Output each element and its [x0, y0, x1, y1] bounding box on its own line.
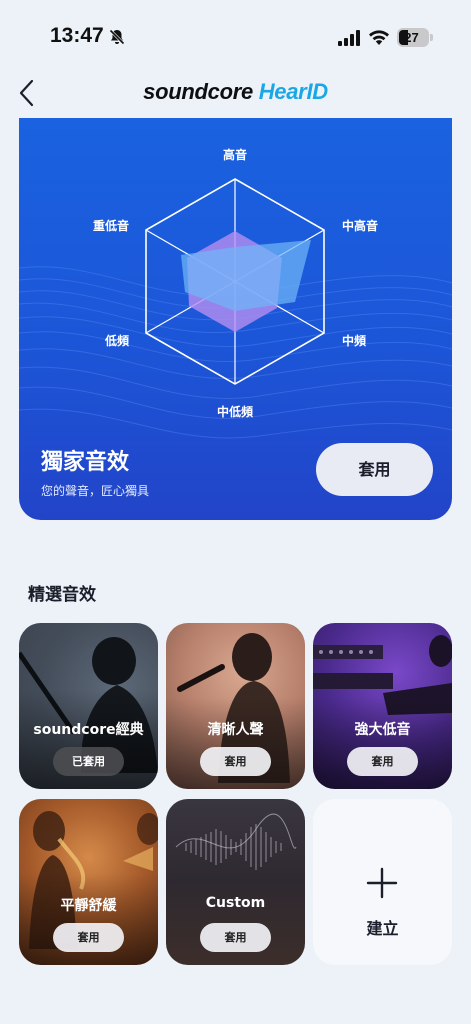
hearid-hero-card: 高音 中高音 中頻 中低頻 低頻 重低音 獨家音效 您的聲音，匠心獨具 套用 [19, 118, 452, 520]
preset-apply-button[interactable]: 套用 [200, 747, 271, 776]
brand-soundcore: soundcore [143, 79, 253, 104]
radar-label-mid-high: 中高音 [342, 219, 379, 233]
bell-off-icon [109, 29, 125, 45]
preset-card-clear-vocals[interactable]: 清晰人聲 套用 [166, 623, 305, 789]
radar-label-mid-low: 中低頻 [217, 405, 254, 419]
battery-level: 27 [404, 30, 419, 45]
preset-card-soundcore-classic[interactable]: soundcore經典 已套用 [19, 623, 158, 789]
preset-applied-button[interactable]: 已套用 [53, 747, 124, 776]
radar-label-low: 低頻 [105, 334, 130, 348]
preset-apply-button[interactable]: 套用 [200, 923, 271, 952]
hero-title: 獨家音效 [41, 450, 130, 475]
preset-name: 平靜舒緩 [60, 898, 117, 914]
section-title-featured: 精選音效 [28, 585, 96, 605]
app-title: soundcore HearID [0, 79, 471, 105]
radar-label-sub-bass: 重低音 [93, 219, 130, 233]
preset-name: 強大低音 [354, 722, 411, 738]
radar-label-high: 高音 [223, 148, 248, 162]
preset-card-bass-boost[interactable]: 強大低音 套用 [313, 623, 452, 789]
create-preset-label: 建立 [366, 919, 399, 938]
preset-card-custom[interactable]: Custom 套用 [166, 799, 305, 965]
preset-apply-button[interactable]: 套用 [53, 923, 124, 952]
preset-card-calm[interactable]: 平靜舒緩 套用 [19, 799, 158, 965]
preset-name: 清晰人聲 [207, 722, 264, 738]
preset-name: Custom [205, 895, 266, 911]
preset-apply-button[interactable]: 套用 [347, 747, 418, 776]
hero-subtitle: 您的聲音，匠心獨具 [41, 484, 150, 498]
apply-hearid-button[interactable]: 套用 [316, 443, 433, 496]
battery-indicator: 27 [397, 28, 429, 47]
status-bar: 13:47 27 [0, 0, 471, 64]
preset-name: soundcore經典 [33, 722, 144, 738]
brand-hearid: HearID [258, 79, 328, 104]
radar-label-mid: 中頻 [342, 334, 367, 348]
plus-icon [366, 867, 398, 899]
cellular-signal-icon [338, 30, 360, 46]
wifi-icon [369, 30, 389, 45]
status-time: 13:47 [50, 24, 104, 47]
create-preset-card[interactable]: 建立 [313, 799, 452, 965]
